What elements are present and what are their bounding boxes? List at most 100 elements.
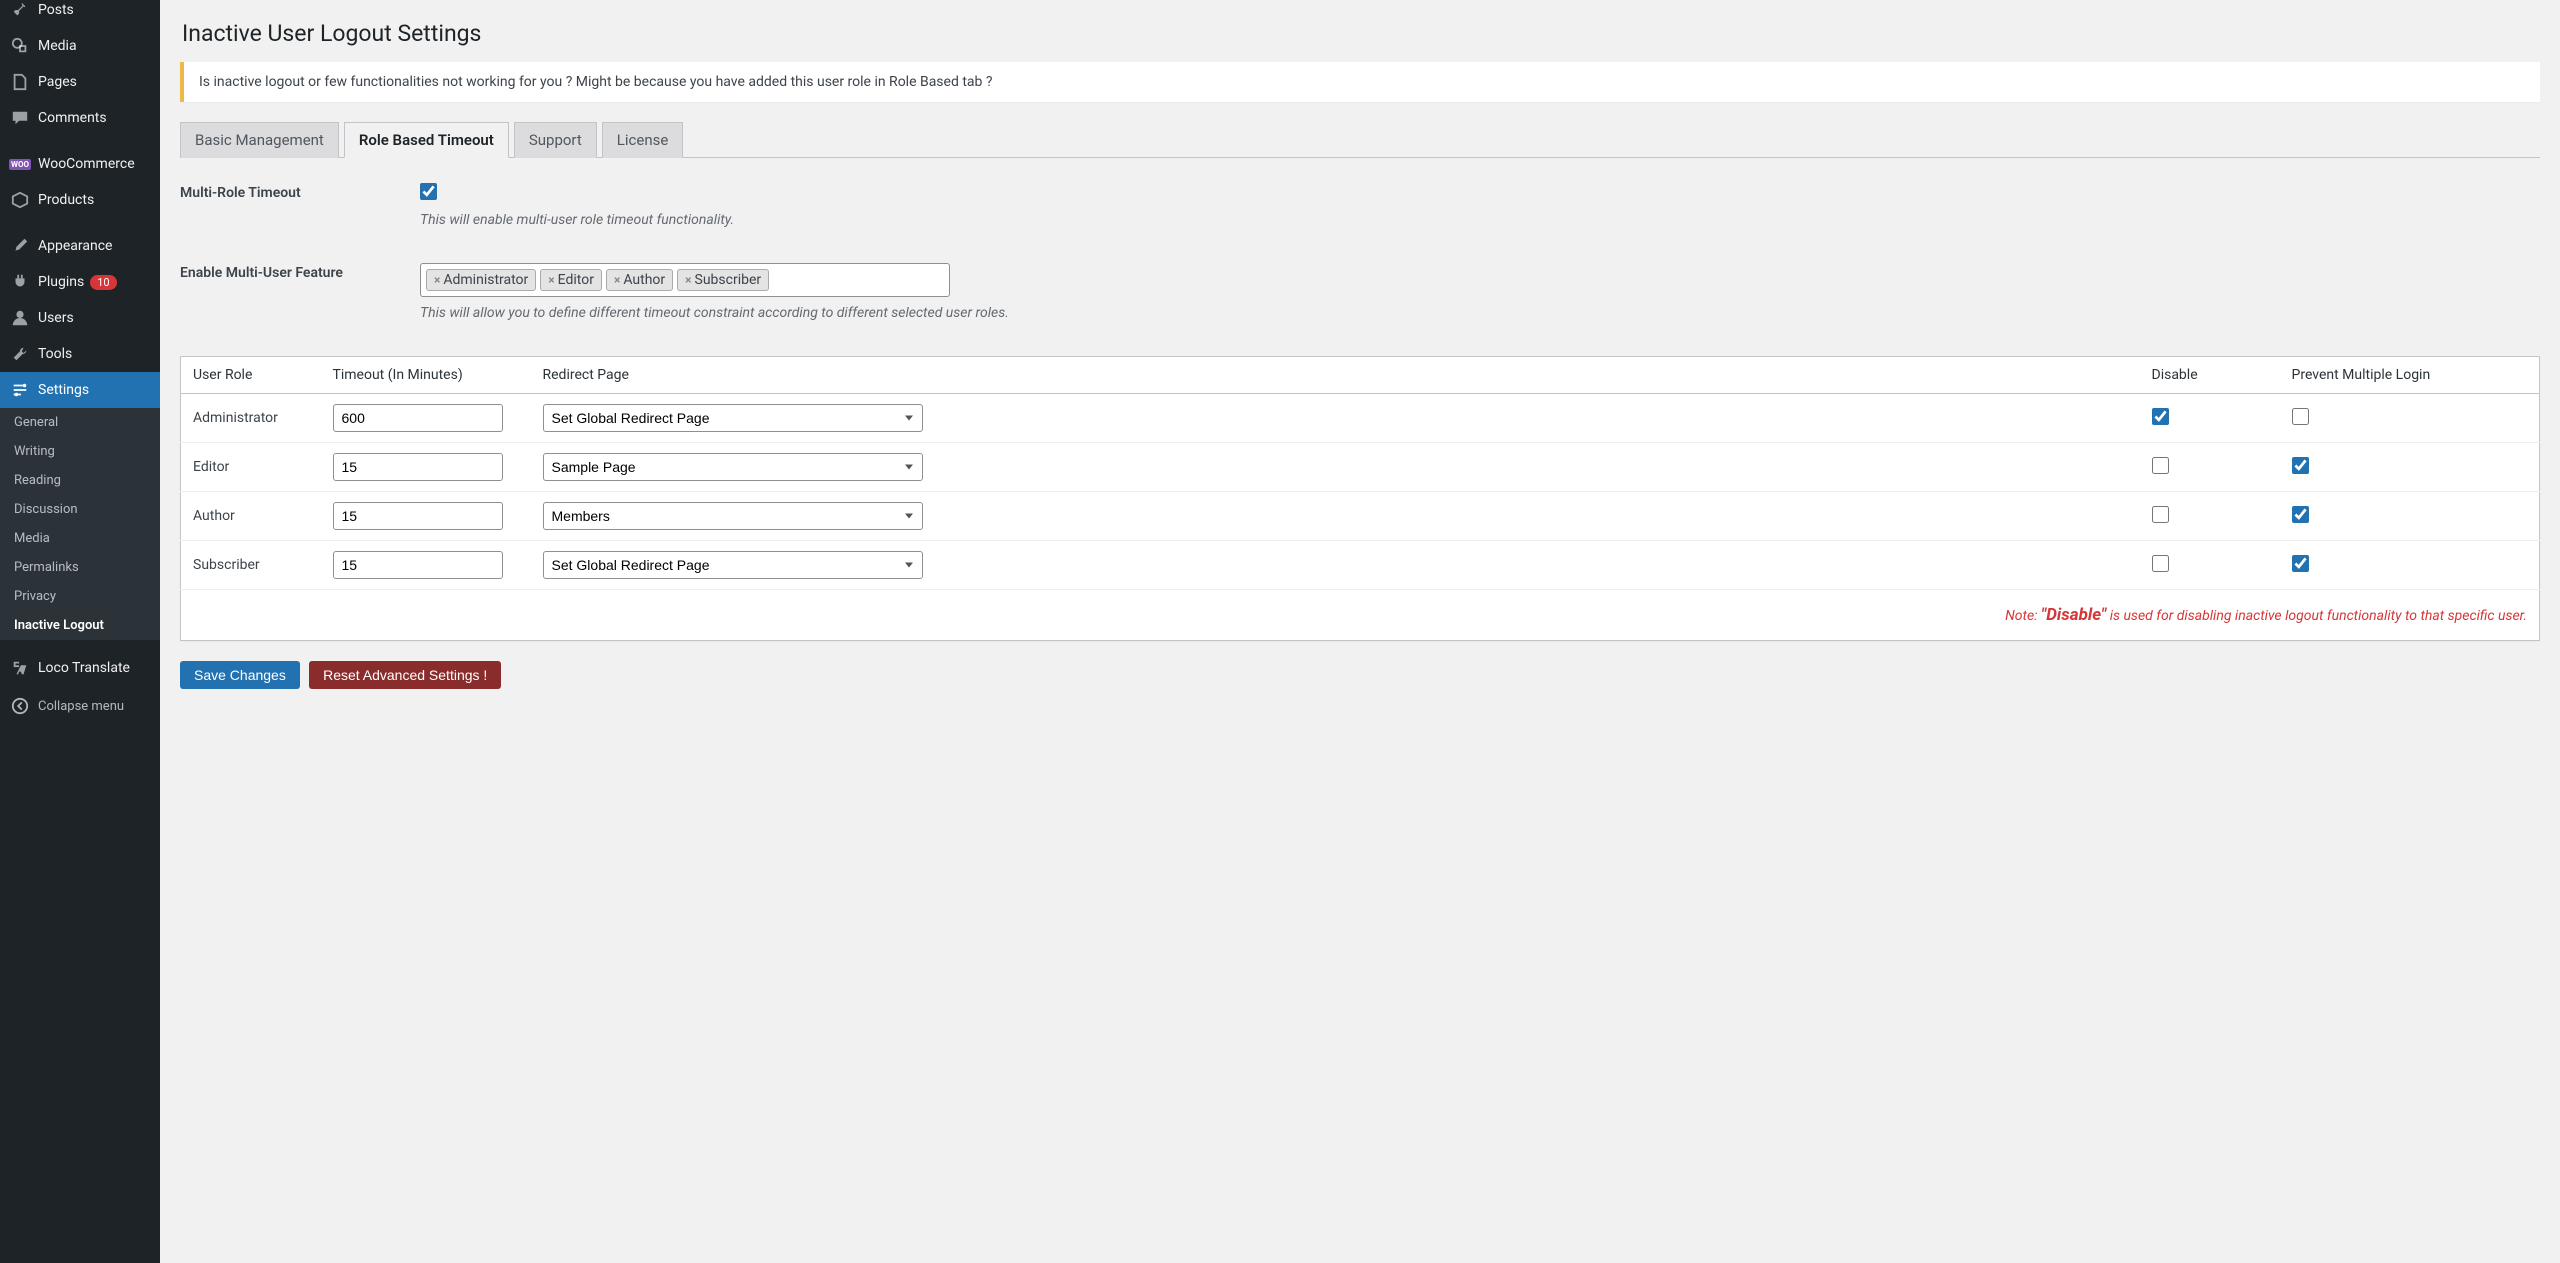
sidebar-item-products[interactable]: Products [0, 182, 160, 218]
plugins-badge: 10 [90, 275, 116, 290]
sidebar-label: Users [38, 310, 74, 326]
warning-notice: Is inactive logout or few functionalitie… [180, 62, 2540, 102]
disable-checkbox[interactable] [2152, 457, 2169, 474]
cell-role: Subscriber [181, 541, 321, 590]
tag-administrator: ×Administrator [426, 269, 536, 291]
sidebar-item-comments[interactable]: Comments [0, 100, 160, 136]
sidebar-item-plugins[interactable]: Plugins 10 [0, 264, 160, 300]
plug-icon [10, 272, 30, 292]
role-multiselect[interactable]: ×Administrator ×Editor ×Author ×Subscrib… [420, 263, 950, 297]
enable-feature-desc: This will allow you to define different … [420, 305, 2540, 321]
prevent-checkbox[interactable] [2292, 457, 2309, 474]
admin-sidebar: Posts Media Pages Comments WOO WooCommer… [0, 0, 160, 1263]
sidebar-label: Products [38, 192, 94, 208]
tag-remove-icon[interactable]: × [548, 273, 554, 287]
brush-icon [10, 236, 30, 256]
disable-checkbox[interactable] [2152, 555, 2169, 572]
sub-permalinks[interactable]: Permalinks [0, 553, 160, 582]
sidebar-label: Posts [38, 2, 74, 18]
table-row: Subscriber Set Global Redirect Page [181, 541, 2540, 590]
sub-general[interactable]: General [0, 408, 160, 437]
save-button[interactable]: Save Changes [180, 661, 300, 689]
disable-checkbox[interactable] [2152, 408, 2169, 425]
timeout-input[interactable] [333, 551, 503, 579]
cell-role: Author [181, 492, 321, 541]
multi-role-checkbox[interactable] [420, 183, 437, 200]
sub-media[interactable]: Media [0, 524, 160, 553]
timeout-input[interactable] [333, 404, 503, 432]
sidebar-label: WooCommerce [38, 156, 135, 172]
user-icon [10, 308, 30, 328]
enable-feature-label: Enable Multi-User Feature [180, 263, 420, 281]
tab-license[interactable]: License [602, 122, 684, 158]
timeout-input[interactable] [333, 453, 503, 481]
sidebar-label: Pages [38, 74, 77, 90]
th-prevent: Prevent Multiple Login [2280, 357, 2540, 394]
sidebar-label: Settings [38, 382, 89, 398]
sidebar-item-posts[interactable]: Posts [0, 0, 160, 28]
pin-icon [10, 0, 30, 20]
page-title: Inactive User Logout Settings [182, 20, 2540, 47]
tag-remove-icon[interactable]: × [614, 273, 620, 287]
collapse-icon [10, 696, 30, 716]
prevent-checkbox[interactable] [2292, 555, 2309, 572]
sidebar-item-tools[interactable]: Tools [0, 336, 160, 372]
reset-button[interactable]: Reset Advanced Settings ! [309, 661, 501, 689]
tag-author: ×Author [606, 269, 673, 291]
cell-role: Editor [181, 443, 321, 492]
sub-reading[interactable]: Reading [0, 466, 160, 495]
sidebar-item-settings[interactable]: Settings [0, 372, 160, 408]
settings-icon [10, 380, 30, 400]
table-row: Author Members [181, 492, 2540, 541]
tab-role-based[interactable]: Role Based Timeout [344, 122, 509, 158]
sidebar-label: Plugins [38, 274, 84, 290]
products-icon [10, 190, 30, 210]
settings-submenu: General Writing Reading Discussion Media… [0, 408, 160, 640]
sub-discussion[interactable]: Discussion [0, 495, 160, 524]
disable-checkbox[interactable] [2152, 506, 2169, 523]
sidebar-label: Tools [38, 346, 72, 362]
th-disable: Disable [2140, 357, 2280, 394]
multi-role-desc: This will enable multi-user role timeout… [420, 212, 2540, 228]
main-content: Inactive User Logout Settings Is inactiv… [160, 0, 2560, 1263]
tag-editor: ×Editor [540, 269, 602, 291]
sub-writing[interactable]: Writing [0, 437, 160, 466]
prevent-checkbox[interactable] [2292, 408, 2309, 425]
tag-remove-icon[interactable]: × [434, 273, 440, 287]
th-timeout: Timeout (In Minutes) [321, 357, 531, 394]
redirect-select[interactable]: Set Global Redirect Page [543, 551, 923, 579]
sidebar-item-users[interactable]: Users [0, 300, 160, 336]
wrench-icon [10, 344, 30, 364]
sidebar-label: Loco Translate [38, 660, 130, 676]
th-role: User Role [181, 357, 321, 394]
sidebar-label: Appearance [38, 238, 112, 254]
disable-note: Note: "Disable" is used for disabling in… [181, 590, 2540, 641]
collapse-menu[interactable]: Collapse menu [0, 686, 160, 726]
sub-privacy[interactable]: Privacy [0, 582, 160, 611]
multi-role-label: Multi-Role Timeout [180, 183, 420, 201]
sidebar-item-loco[interactable]: Loco Translate [0, 650, 160, 686]
tab-support[interactable]: Support [514, 122, 597, 158]
tag-remove-icon[interactable]: × [685, 273, 691, 287]
collapse-label: Collapse menu [38, 699, 124, 714]
prevent-checkbox[interactable] [2292, 506, 2309, 523]
sidebar-label: Comments [38, 110, 107, 126]
role-table: User Role Timeout (In Minutes) Redirect … [180, 356, 2540, 641]
sidebar-item-pages[interactable]: Pages [0, 64, 160, 100]
sidebar-label: Media [38, 38, 77, 54]
tab-basic[interactable]: Basic Management [180, 122, 339, 158]
comment-icon [10, 108, 30, 128]
redirect-select[interactable]: Sample Page [543, 453, 923, 481]
translate-icon [10, 658, 30, 678]
timeout-input[interactable] [333, 502, 503, 530]
sidebar-item-media[interactable]: Media [0, 28, 160, 64]
pages-icon [10, 72, 30, 92]
tag-subscriber: ×Subscriber [677, 269, 769, 291]
sub-inactive-logout[interactable]: Inactive Logout [0, 611, 160, 640]
th-redirect: Redirect Page [531, 357, 2140, 394]
tabs: Basic Management Role Based Timeout Supp… [180, 122, 2540, 158]
sidebar-item-woocommerce[interactable]: WOO WooCommerce [0, 146, 160, 182]
redirect-select[interactable]: Set Global Redirect Page [543, 404, 923, 432]
redirect-select[interactable]: Members [543, 502, 923, 530]
sidebar-item-appearance[interactable]: Appearance [0, 228, 160, 264]
